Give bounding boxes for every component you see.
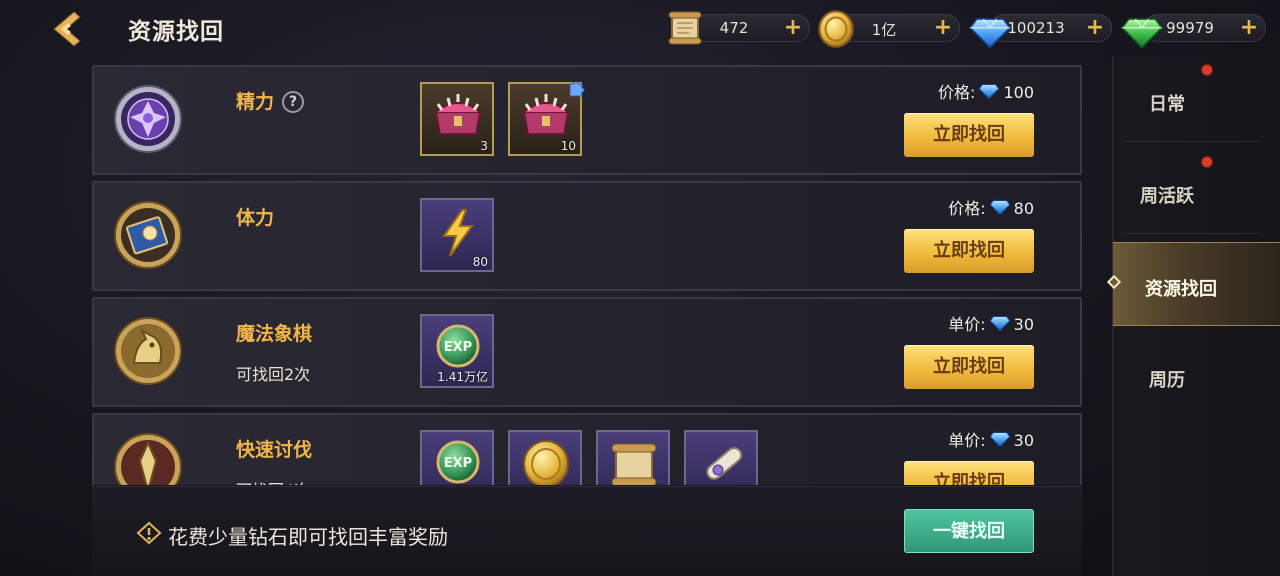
price-prefix: 价格:: [948, 199, 986, 218]
notification-badge: [1201, 64, 1213, 76]
add-diamond-button[interactable]: +: [1085, 17, 1105, 39]
item-count: 1.41万亿: [437, 370, 488, 384]
remaining-times: 可找回2次: [236, 365, 311, 384]
recover-now-button[interactable]: 立即找回: [904, 461, 1034, 485]
row-title: 体力: [236, 207, 275, 229]
book-emblem-icon: [114, 201, 182, 269]
scroll-icon: [668, 11, 702, 45]
tab-label: 周历: [1149, 370, 1185, 391]
divider: [1123, 233, 1261, 234]
recover-now-button[interactable]: 立即找回: [904, 229, 1034, 273]
item-count: 10: [560, 139, 576, 153]
recovery-row-magic-chess: 魔法象棋 可找回2次 EXP 1.41万亿 单价: 30 立即找回: [92, 297, 1082, 407]
recover-now-button[interactable]: 立即找回: [904, 345, 1034, 389]
blue-diamond-icon: [989, 431, 1011, 448]
divider: [1123, 141, 1261, 142]
sword-emblem-icon: [114, 433, 182, 485]
recovery-row-quick-raid: 快速讨伐 可找回4次 EXP: [92, 413, 1082, 485]
blue-diamond-icon: [989, 315, 1011, 332]
add-green-gem-button[interactable]: +: [1239, 17, 1259, 39]
chest-icon: [434, 94, 482, 135]
reward-item-scroll[interactable]: [596, 430, 670, 485]
reward-item-chest[interactable]: 10: [508, 81, 585, 156]
tab-label: 周活跃: [1140, 186, 1194, 207]
price-label: 单价: 30: [948, 427, 1034, 451]
green-gem-icon: [1121, 18, 1163, 49]
gold-coin-icon: [523, 440, 569, 485]
price-value: 100: [1003, 83, 1034, 102]
tab-weekly-activity[interactable]: 周活跃: [1113, 150, 1280, 234]
purple-emblem-icon: [114, 85, 182, 153]
row-title: 精力?: [236, 87, 305, 114]
help-icon[interactable]: ?: [282, 91, 305, 113]
page-title: 资源找回: [128, 19, 224, 45]
gold-coin-icon: [818, 10, 854, 48]
tip-diamond-icon: [136, 521, 162, 545]
exp-orb-icon: EXP: [436, 440, 480, 484]
svg-text:EXP: EXP: [444, 456, 472, 471]
notification-badge: [1201, 156, 1213, 168]
reward-item-chest[interactable]: 3: [420, 82, 494, 156]
reward-item-gold[interactable]: [508, 430, 582, 485]
lightning-icon: [442, 209, 474, 257]
blue-diamond-icon: [989, 199, 1011, 216]
price-prefix: 单价:: [948, 431, 986, 450]
remaining-times: 可找回4次: [236, 477, 310, 485]
dragon-emblem-icon: [114, 317, 182, 385]
back-arrow-icon: [53, 11, 81, 47]
selected-marker-icon: [1106, 274, 1122, 290]
reward-item-exp[interactable]: EXP: [420, 430, 494, 485]
reward-item-rolled-scroll[interactable]: [684, 430, 758, 485]
rolled-scroll-icon: [706, 447, 743, 480]
recovery-list[interactable]: 精力? 3 10 价格: 100 立即找回 体力 80 价格: 80 立即找回 …: [92, 65, 1082, 485]
svg-text:EXP: EXP: [444, 340, 472, 355]
add-gold-button[interactable]: +: [933, 17, 953, 39]
back-button[interactable]: [44, 6, 90, 52]
price-prefix: 价格:: [938, 83, 976, 102]
recovery-row-stamina: 体力 80 价格: 80 立即找回: [92, 181, 1082, 291]
tab-daily[interactable]: 日常: [1113, 58, 1280, 142]
price-label: 单价: 30: [948, 311, 1034, 335]
reward-item-exp[interactable]: EXP 1.41万亿: [420, 314, 494, 388]
one-click-recover-button[interactable]: 一键找回: [904, 509, 1034, 553]
tip-text: 花费少量钻石即可找回丰富奖励: [168, 525, 448, 549]
price-value: 30: [1013, 431, 1034, 450]
tab-weekly-calendar[interactable]: 周历: [1113, 334, 1280, 418]
recover-now-button[interactable]: 立即找回: [904, 113, 1034, 157]
scroll-icon: [611, 443, 657, 485]
price-label: 价格: 100: [938, 79, 1034, 103]
blue-diamond-icon: [978, 83, 1001, 100]
blue-diamond-icon: [969, 18, 1011, 49]
row-title: 魔法象棋: [236, 323, 313, 345]
item-count: 80: [472, 255, 488, 269]
item-count: 3: [480, 139, 488, 153]
price-prefix: 单价:: [948, 315, 986, 334]
tab-label: 日常: [1149, 94, 1185, 115]
tab-resource-recovery[interactable]: 资源找回: [1106, 242, 1280, 326]
recovery-row-energy: 精力? 3 10 价格: 100 立即找回: [92, 65, 1082, 175]
price-value: 80: [1013, 199, 1034, 218]
row-title: 快速讨伐: [236, 439, 313, 461]
add-scroll-button[interactable]: +: [783, 17, 803, 39]
price-label: 价格: 80: [948, 195, 1034, 219]
reward-item-stamina[interactable]: 80: [420, 198, 494, 272]
top-bar: 资源找回 472 + 1亿 + 100213 + 99979 +: [0, 0, 1280, 58]
price-value: 30: [1013, 315, 1034, 334]
tab-label: 资源找回: [1145, 279, 1217, 300]
row-title-text: 精力: [236, 91, 275, 113]
bottom-bar: 花费少量钻石即可找回丰富奖励 一键找回: [92, 486, 1082, 576]
puzzle-piece-icon: [569, 81, 585, 97]
side-tabs: 日常 周活跃 资源找回 周历: [1106, 56, 1280, 576]
